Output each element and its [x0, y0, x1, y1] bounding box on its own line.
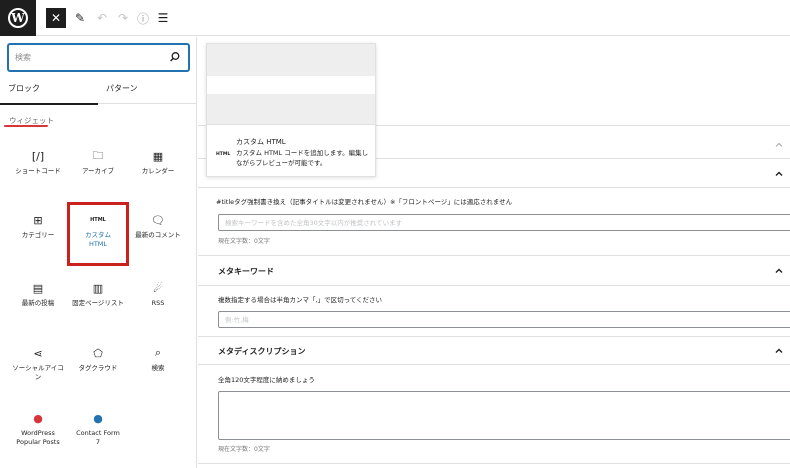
- block-tag-cloud[interactable]: ⬠ タグクラウド: [67, 342, 129, 402]
- meta-keywords-heading: メタキーワード: [218, 267, 274, 276]
- inserter-tabs: ブロック パターン: [0, 79, 196, 105]
- block-page-list[interactable]: ▥ 固定ページリスト: [67, 277, 129, 337]
- undo-icon[interactable]: ↶: [92, 8, 112, 28]
- block-label: カテゴリー: [21, 231, 55, 239]
- search-icon[interactable]: [168, 50, 182, 64]
- block-label: タグクラウド: [78, 364, 118, 372]
- block-calendar[interactable]: ▦ カレンダー: [127, 145, 189, 205]
- divider: [198, 187, 790, 188]
- wordpress-logo-button[interactable]: W: [0, 0, 36, 36]
- archive-icon: 🗀: [92, 148, 104, 162]
- chevron-up-icon[interactable]: [774, 266, 784, 276]
- chevron-up-icon[interactable]: [774, 169, 784, 179]
- contact-form-icon: ●: [93, 411, 103, 425]
- block-label: 検索: [151, 364, 165, 372]
- chevron-up-icon[interactable]: [774, 140, 784, 150]
- categories-icon: ⊞: [33, 213, 43, 227]
- shortcode-icon: [/]: [31, 149, 45, 163]
- flame-icon: ●: [33, 411, 43, 425]
- tab-blocks[interactable]: ブロック: [0, 79, 98, 105]
- comment-icon: 🗨: [151, 213, 165, 227]
- block-contact-form-7[interactable]: ● Contact Form 7: [67, 407, 129, 467]
- meta-keywords-input[interactable]: [218, 311, 790, 328]
- block-latest-posts[interactable]: ▤ 最新の投稿: [7, 277, 69, 337]
- preview-title: カスタム HTML: [236, 138, 286, 146]
- meta-keywords-help: 複数指定する場合は半角カンマ「,」で区切ってください: [218, 296, 383, 304]
- character-counter: 現在文字数：0文字: [218, 238, 270, 245]
- inserter-search-box: [8, 44, 189, 71]
- block-label: カレンダー: [141, 167, 175, 175]
- calendar-icon: ▦: [152, 149, 164, 163]
- divider: [198, 285, 790, 286]
- block-social-icons[interactable]: ⋖ ソーシャルアイコン: [7, 342, 69, 402]
- title-override-label: #titleタグ強制書き換え（記事タイトルは変更されません）※「フロントページ」…: [216, 198, 513, 206]
- divider: [198, 364, 790, 365]
- latest-posts-icon: ▤: [32, 281, 44, 295]
- annotation-highlight-box: [67, 202, 129, 266]
- meta-description-textarea[interactable]: [218, 391, 790, 440]
- search-input[interactable]: [15, 48, 160, 67]
- title-override-input[interactable]: [218, 214, 790, 231]
- tab-patterns[interactable]: パターン: [106, 79, 166, 104]
- block-label: WordPress Popular Posts: [16, 429, 60, 446]
- block-search[interactable]: ⌕ 検索: [127, 342, 189, 402]
- info-icon[interactable]: ⓘ: [133, 8, 153, 28]
- block-categories[interactable]: ⊞ カテゴリー: [7, 209, 69, 269]
- wordpress-logo-icon: W: [8, 8, 28, 28]
- divider: [198, 463, 790, 464]
- preview-placeholder: [207, 44, 375, 76]
- close-inserter-button[interactable]: ✕: [46, 8, 66, 28]
- search-icon: ⌕: [154, 346, 162, 359]
- block-label: RSS: [151, 299, 165, 307]
- annotation-underline: [4, 125, 48, 127]
- editor-canvas: HTML カスタム HTML カスタム HTML コードを追加します。編集しなが…: [198, 37, 790, 468]
- block-label: 固定ページリスト: [72, 299, 124, 307]
- character-counter: 現在文字数：0文字: [218, 446, 270, 453]
- pen-icon[interactable]: ✎: [70, 8, 90, 28]
- block-latest-comments[interactable]: 🗨 最新のコメント: [127, 209, 189, 269]
- block-label: ソーシャルアイコン: [12, 364, 64, 381]
- list-view-icon[interactable]: ☰: [153, 8, 173, 28]
- meta-description-help: 全角120文字程度に納めましょう: [218, 376, 315, 384]
- preview-divider: [207, 124, 375, 125]
- block-archives[interactable]: 🗀 アーカイブ: [67, 145, 129, 205]
- block-rss[interactable]: ☄ RSS: [127, 277, 189, 337]
- block-label: 最新の投稿: [21, 299, 55, 307]
- page-list-icon: ▥: [92, 281, 104, 295]
- redo-icon[interactable]: ↷: [113, 8, 133, 28]
- block-shortcode[interactable]: [/] ショートコード: [7, 145, 69, 205]
- block-label: ショートコード: [15, 167, 61, 175]
- block-wordpress-popular-posts[interactable]: ● WordPress Popular Posts: [7, 407, 69, 467]
- chevron-up-icon[interactable]: [774, 346, 784, 356]
- meta-description-heading: メタディスクリプション: [218, 347, 306, 356]
- rss-icon: ☄: [153, 281, 163, 295]
- block-label: アーカイブ: [81, 167, 115, 175]
- divider: [198, 336, 790, 337]
- tag-icon: ⬠: [93, 346, 103, 360]
- preview-placeholder: [207, 94, 375, 124]
- block-label: Contact Form 7: [76, 429, 120, 446]
- share-icon: ⋖: [33, 346, 43, 360]
- divider: [198, 255, 790, 256]
- preview-description: カスタム HTML コードを追加します。編集しながらプレビューが可能です。: [236, 149, 369, 167]
- html-icon: HTML: [216, 152, 231, 157]
- block-preview-popover: HTML カスタム HTML カスタム HTML コードを追加します。編集しなが…: [206, 43, 376, 177]
- block-label: 最新のコメント: [135, 231, 181, 239]
- editor-top-toolbar: W ✕ ✎ ↶ ↷ ⓘ ☰: [0, 0, 790, 36]
